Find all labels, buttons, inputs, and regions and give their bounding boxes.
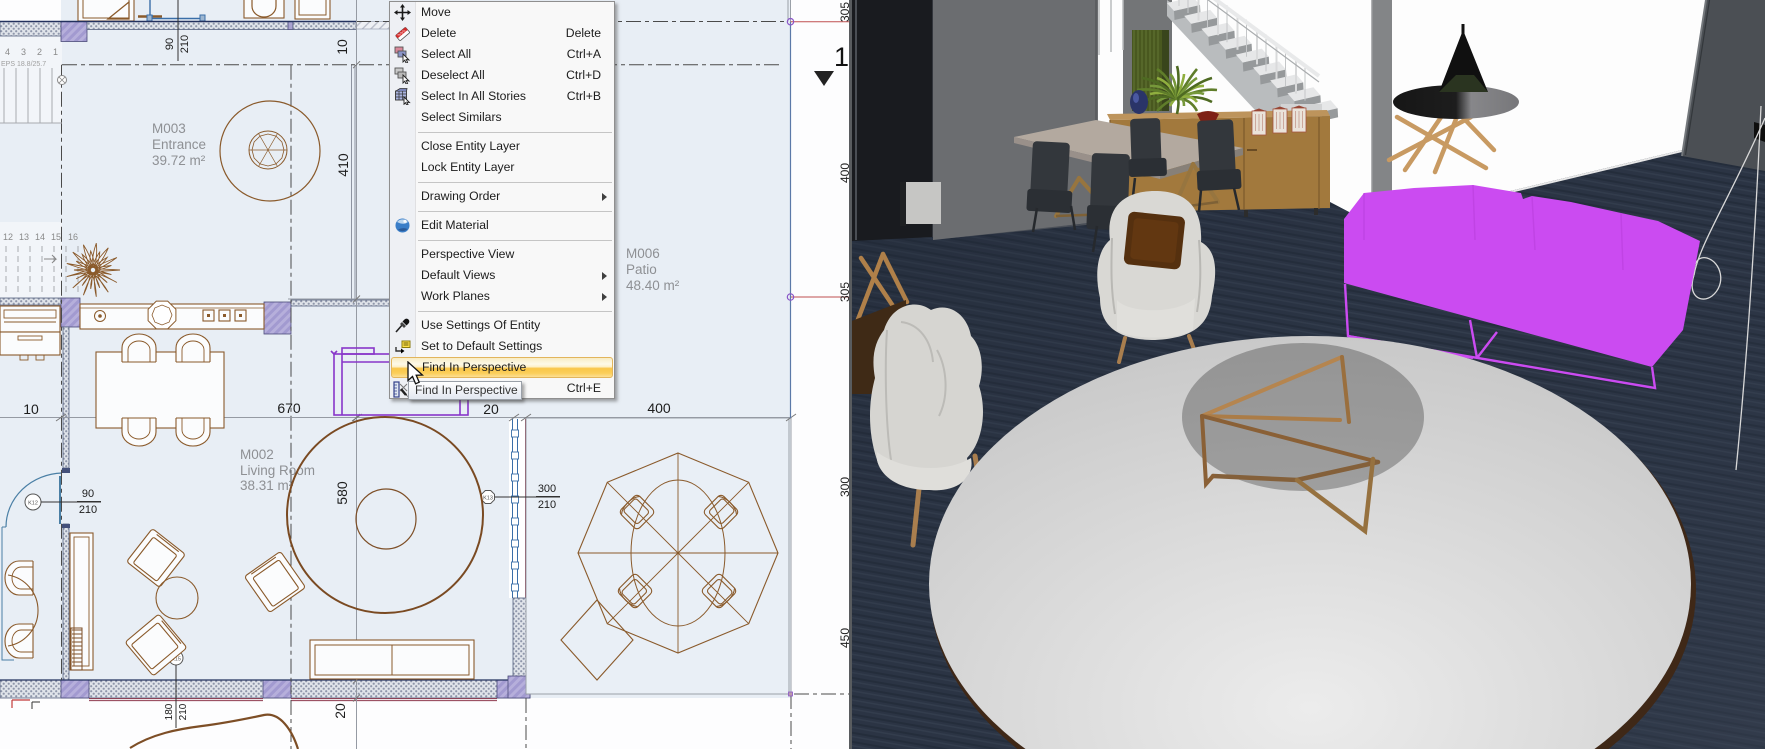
svg-text:16: 16 [68, 232, 78, 242]
svg-text:10: 10 [23, 401, 39, 417]
svg-text:48.40 m²: 48.40 m² [626, 278, 680, 293]
svg-text:20: 20 [332, 703, 348, 719]
svg-text:M003: M003 [152, 121, 186, 136]
svg-text:180: 180 [164, 703, 175, 720]
svg-text:1: 1 [834, 42, 849, 72]
svg-text:300: 300 [838, 477, 849, 497]
svg-text:450: 450 [838, 628, 849, 648]
svg-text:38.31 m²: 38.31 m² [240, 478, 294, 493]
svg-text:10: 10 [334, 39, 350, 55]
svg-text:1: 1 [53, 47, 58, 57]
svg-text:400: 400 [647, 400, 671, 416]
svg-text:15: 15 [51, 232, 61, 242]
svg-text:M006: M006 [626, 246, 660, 261]
svg-text:400: 400 [838, 163, 849, 183]
svg-text:4: 4 [5, 47, 10, 57]
svg-text:12: 12 [3, 232, 13, 242]
svg-text:2: 2 [37, 47, 42, 57]
svg-text:210: 210 [179, 35, 191, 53]
svg-text:90: 90 [164, 38, 176, 50]
svg-text:410: 410 [335, 153, 351, 177]
svg-text:K12: K12 [28, 501, 38, 507]
svg-text:305: 305 [838, 2, 849, 22]
svg-text:Entrance: Entrance [152, 137, 206, 152]
svg-text:210: 210 [538, 499, 556, 511]
svg-text:14: 14 [35, 232, 45, 242]
svg-text:20: 20 [483, 401, 499, 417]
svg-text:Patio: Patio [626, 262, 657, 277]
svg-text:K13: K13 [483, 496, 493, 502]
svg-text:M002: M002 [240, 447, 274, 462]
svg-text:90: 90 [82, 488, 94, 500]
svg-text:EPS 18.8/25.7: EPS 18.8/25.7 [1, 61, 46, 68]
svg-text:210: 210 [79, 504, 97, 516]
svg-text:670: 670 [277, 400, 301, 416]
svg-text:39.72 m²: 39.72 m² [152, 153, 206, 168]
svg-text:Living Room: Living Room [240, 463, 315, 478]
svg-text:305: 305 [838, 282, 849, 302]
svg-text:300: 300 [538, 483, 556, 495]
svg-text:3: 3 [21, 47, 26, 57]
svg-text:580: 580 [334, 481, 350, 505]
svg-text:13: 13 [19, 232, 29, 242]
svg-text:210: 210 [178, 703, 189, 720]
